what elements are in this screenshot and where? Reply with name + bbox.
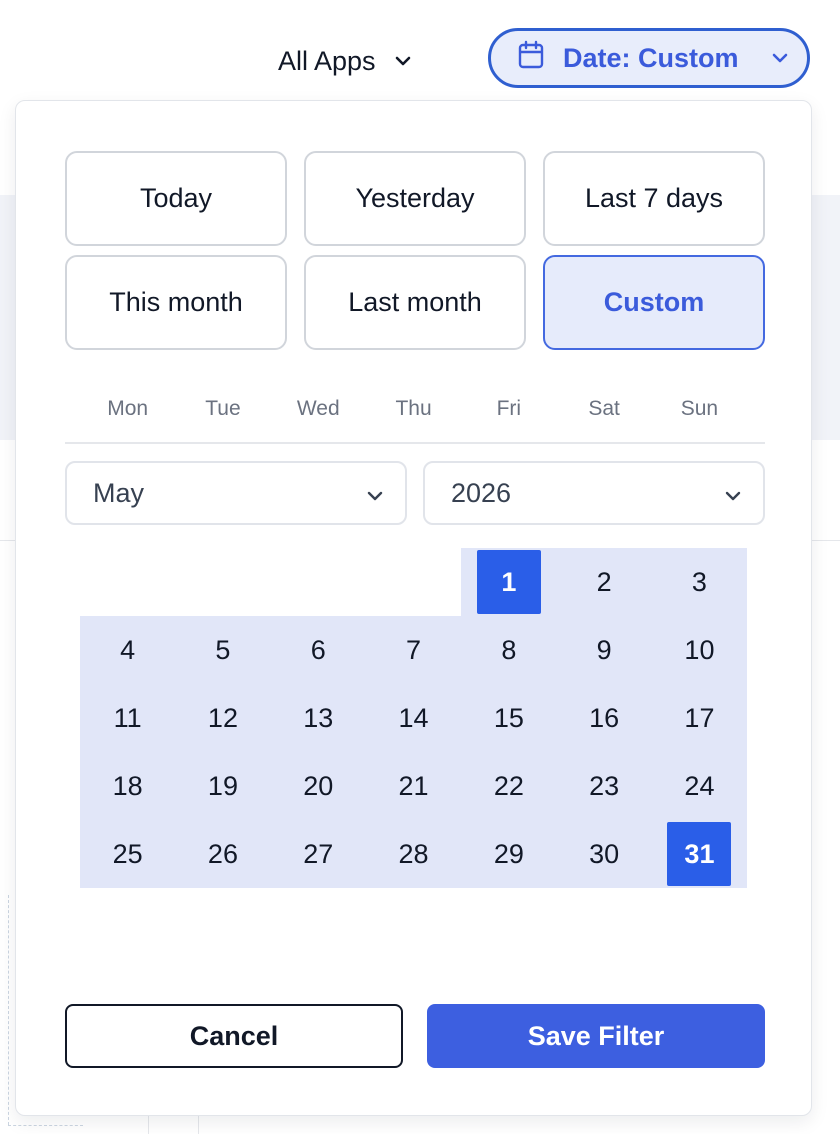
calendar-day[interactable]: 13 xyxy=(271,684,366,752)
calendar-icon xyxy=(517,40,545,77)
year-select-value: 2026 xyxy=(451,477,512,508)
calendar-day[interactable]: 25 xyxy=(80,820,175,888)
date-picker-popover: Today Yesterday Last 7 days This month L… xyxy=(15,100,812,1116)
weekday-label: Sat xyxy=(588,397,620,420)
weekday-label: Sun xyxy=(680,397,719,420)
calendar-day[interactable]: 14 xyxy=(366,684,461,752)
calendar-day[interactable]: 2 xyxy=(557,548,652,616)
preset-today-button[interactable]: Today xyxy=(65,151,287,246)
calendar-day[interactable]: 12 xyxy=(175,684,270,752)
preset-this-month-button[interactable]: This month xyxy=(65,255,287,350)
calendar-day[interactable]: 19 xyxy=(175,752,270,820)
background-chart-axis xyxy=(8,895,10,1125)
date-filter-label: Date: Custom xyxy=(563,42,739,73)
weekday-label: Mon xyxy=(107,397,149,420)
save-filter-button[interactable]: Save Filter xyxy=(427,1004,765,1068)
calendar-day[interactable]: 26 xyxy=(175,820,270,888)
year-select[interactable]: 2026 xyxy=(423,461,765,525)
preset-last-7-days-button[interactable]: Last 7 days xyxy=(543,151,765,246)
calendar-day[interactable]: 8 xyxy=(461,616,556,684)
calendar-day[interactable]: 15 xyxy=(461,684,556,752)
calendar-day[interactable]: 10 xyxy=(652,616,747,684)
cancel-button[interactable]: Cancel xyxy=(65,1004,403,1068)
calendar-day[interactable]: 18 xyxy=(80,752,175,820)
calendar-day[interactable]: 23 xyxy=(557,752,652,820)
month-select[interactable]: May xyxy=(65,461,407,525)
calendar-day[interactable]: 22 xyxy=(461,752,556,820)
calendar-day[interactable]: 30 xyxy=(557,820,652,888)
calendar-day[interactable]: 5 xyxy=(175,616,270,684)
calendar-day[interactable]: 16 xyxy=(557,684,652,752)
chevron-down-icon xyxy=(394,55,412,67)
calendar-day[interactable]: 27 xyxy=(271,820,366,888)
apps-filter-label: All Apps xyxy=(278,45,376,76)
preset-custom-button[interactable]: Custom xyxy=(543,255,765,350)
weekday-divider xyxy=(65,442,765,444)
calendar-day[interactable]: 17 xyxy=(652,684,747,752)
calendar-day[interactable]: 24 xyxy=(652,752,747,820)
calendar-day[interactable]: 6 xyxy=(271,616,366,684)
date-filter-button[interactable]: Date: Custom xyxy=(488,28,810,88)
date-preset-grid: Today Yesterday Last 7 days This month L… xyxy=(65,151,765,350)
calendar-day[interactable]: 29 xyxy=(461,820,556,888)
calendar-day[interactable]: 1 xyxy=(461,548,556,616)
calendar-day[interactable]: 28 xyxy=(366,820,461,888)
calendar-day[interactable]: 31 xyxy=(652,820,747,888)
apps-filter-dropdown[interactable]: All Apps xyxy=(278,40,412,82)
chevron-down-icon xyxy=(771,52,789,64)
calendar-day[interactable]: 7 xyxy=(366,616,461,684)
calendar-day[interactable]: 21 xyxy=(366,752,461,820)
background-chart-baseline xyxy=(8,1125,83,1126)
preset-yesterday-button[interactable]: Yesterday xyxy=(304,151,526,246)
calendar-day[interactable]: 9 xyxy=(557,616,652,684)
preset-last-month-button[interactable]: Last month xyxy=(304,255,526,350)
chevron-down-icon xyxy=(725,478,741,509)
calendar-day[interactable]: 3 xyxy=(652,548,747,616)
weekday-header: Mon Tue Wed Thu Fri Sat Sun xyxy=(80,397,746,421)
calendar-day[interactable]: 4 xyxy=(80,616,175,684)
weekday-label: Tue xyxy=(205,397,241,420)
chevron-down-icon xyxy=(367,478,383,509)
calendar-day[interactable]: 20 xyxy=(271,752,366,820)
weekday-label: Thu xyxy=(395,397,432,420)
weekday-label: Wed xyxy=(296,397,340,420)
calendar-day[interactable]: 11 xyxy=(80,684,175,752)
month-select-value: May xyxy=(93,477,145,508)
weekday-label: Fri xyxy=(496,397,522,420)
